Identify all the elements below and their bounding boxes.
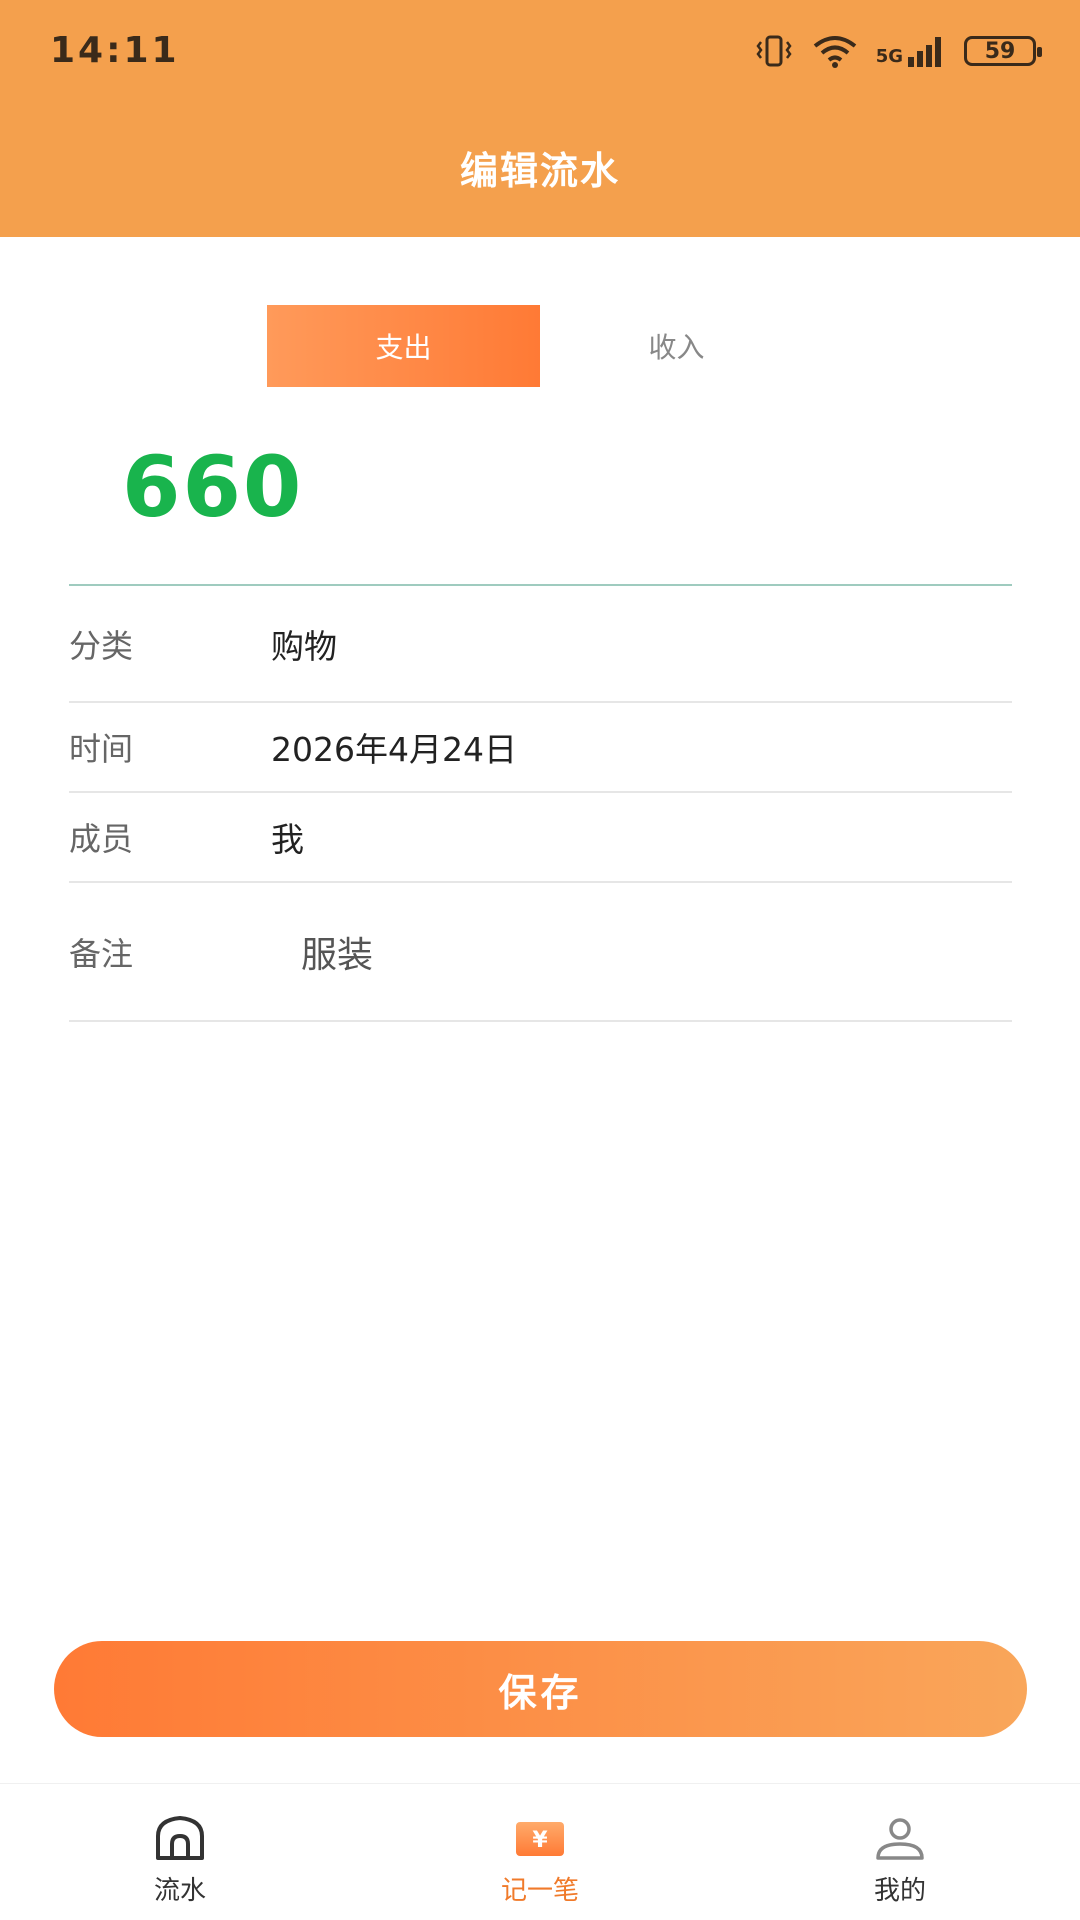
- network-type: 5G: [875, 46, 903, 67]
- wifi-icon: [813, 36, 856, 68]
- amount-value[interactable]: 660: [122, 438, 303, 536]
- vibrate-icon: [756, 35, 792, 67]
- nav-label-mine: 我的: [873, 1876, 926, 1906]
- signal-icon: [908, 37, 941, 67]
- tab-expense[interactable]: 支出: [267, 305, 540, 387]
- nav-item-flow[interactable]: 流水: [0, 1784, 360, 1920]
- header: 14:11 5G 59 编辑流水: [0, 0, 1080, 237]
- note-label: 备注: [69, 934, 134, 973]
- note-input[interactable]: [299, 930, 899, 973]
- bottom-nav: 流水 ¥ 记一笔 我的: [0, 1783, 1080, 1920]
- yen-note-icon: ¥: [516, 1822, 564, 1856]
- svg-text:¥: ¥: [532, 1828, 548, 1853]
- tab-income[interactable]: 收入: [540, 305, 813, 387]
- home-icon: [156, 1816, 204, 1860]
- battery-level: 59: [984, 38, 1016, 64]
- page-title: 编辑流水: [459, 149, 620, 193]
- note-row: 备注: [69, 883, 1012, 1022]
- status-icons: 5G 59: [754, 34, 1042, 68]
- signal-group: 5G: [876, 35, 946, 67]
- category-value[interactable]: 购物: [271, 620, 337, 668]
- member-label: 成员: [69, 820, 134, 858]
- nav-label-flow: 流水: [153, 1876, 206, 1906]
- member-row[interactable]: 成员 我: [69, 793, 1012, 883]
- date-value[interactable]: 2026年4月24日: [271, 723, 517, 771]
- user-icon: [876, 1818, 924, 1860]
- status-time: 14:11: [50, 30, 180, 71]
- type-tabs: 支出 收入: [267, 305, 813, 387]
- nav-item-mine[interactable]: 我的: [720, 1784, 1080, 1920]
- nav-item-record[interactable]: ¥ 记一笔: [360, 1784, 720, 1920]
- date-label: 时间: [69, 730, 134, 768]
- category-label: 分类: [69, 626, 134, 665]
- nav-label-record: 记一笔: [500, 1876, 579, 1906]
- date-row[interactable]: 时间 2026年4月24日: [69, 703, 1012, 793]
- battery-icon: 59: [964, 36, 1042, 66]
- save-button[interactable]: 保存: [54, 1641, 1027, 1737]
- entry-form: 分类 购物 时间 2026年4月24日 成员 我 备注: [69, 586, 1012, 1022]
- category-row[interactable]: 分类 购物: [69, 586, 1012, 703]
- member-value[interactable]: 我: [271, 813, 304, 861]
